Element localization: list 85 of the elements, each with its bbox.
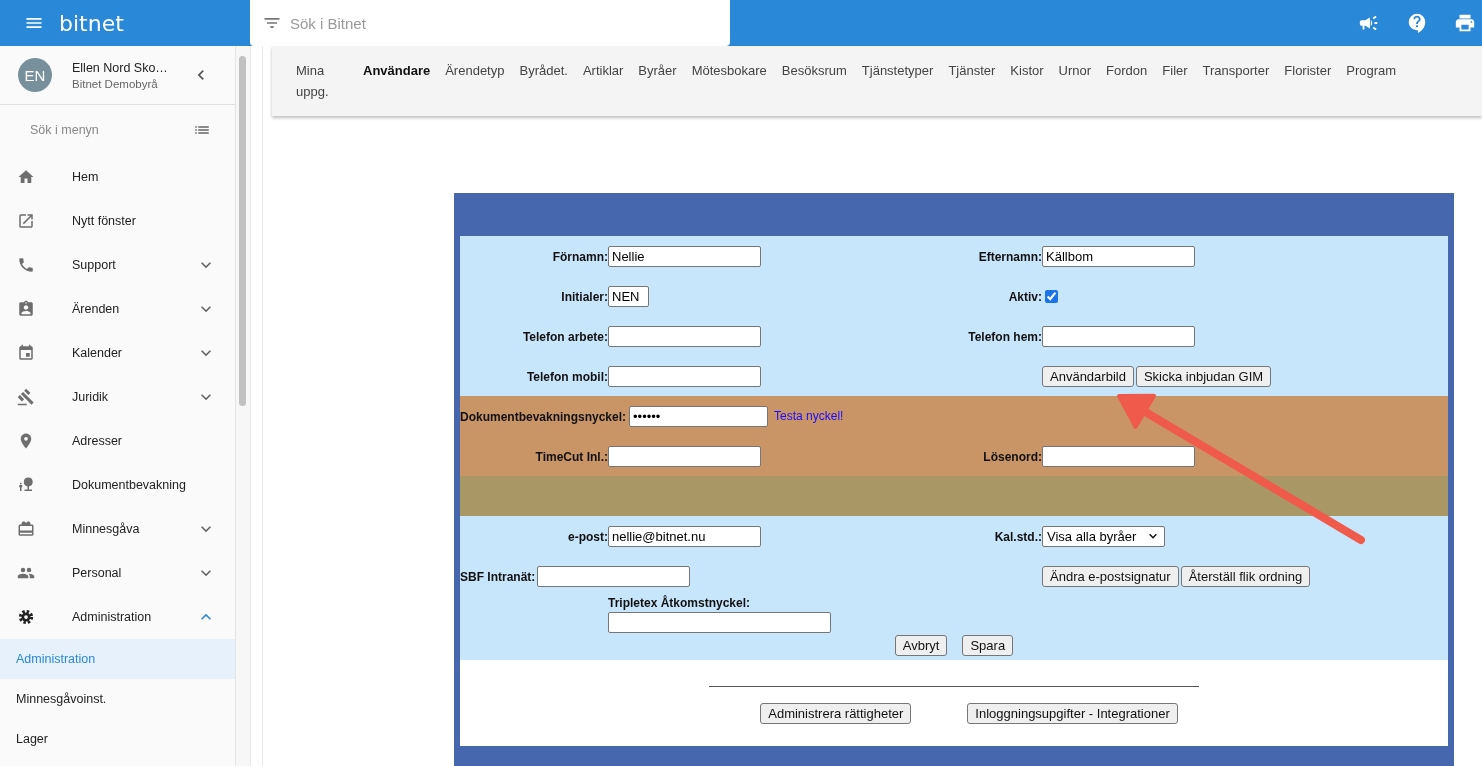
text-field[interactable]: Källbom (1042, 245, 1195, 267)
form-button[interactable]: Återställ flik ordning (1180, 565, 1311, 587)
tab[interactable]: Mötesbokare (691, 60, 767, 81)
text-field[interactable] (608, 612, 831, 633)
printer-icon[interactable] (1454, 12, 1476, 34)
text-field[interactable] (608, 445, 761, 467)
field-label: Lösenord: (983, 450, 1042, 464)
menu-item[interactable]: Hem (0, 155, 235, 199)
field-label: SBF Intranät: (460, 570, 536, 584)
form-button[interactable]: Inloggningsupgifter - Integrationer (967, 703, 1178, 724)
form-button[interactable]: Avbryt (894, 635, 948, 656)
tab[interactable]: Besöksrum (781, 60, 847, 81)
menu-item[interactable]: Administration (0, 595, 235, 639)
app-logo[interactable]: bitnet (59, 10, 124, 36)
tab[interactable]: Kistor (1010, 60, 1044, 81)
clipboard-icon (17, 300, 35, 318)
field-label: Telefon arbete: (522, 330, 608, 344)
tree-icon (17, 476, 35, 494)
menu-item[interactable]: Kalender (0, 331, 235, 375)
tab[interactable]: Byråer (638, 60, 677, 81)
menu-item[interactable]: Juridik (0, 375, 235, 419)
avatar: EN (18, 58, 52, 92)
menu-item[interactable]: Ärenden (0, 287, 235, 331)
scrollbar[interactable] (239, 56, 246, 406)
search-field[interactable]: Sök i Bitnet (250, 0, 730, 46)
menu-item[interactable]: Nytt fönster (0, 199, 235, 243)
menu-item[interactable]: Minnesgåva (0, 507, 235, 551)
tab[interactable]: Program (1346, 60, 1397, 81)
tab[interactable]: Artiklar (582, 60, 624, 81)
tab[interactable]: Filer (1162, 60, 1188, 81)
form-button[interactable]: Ändra e-postsignatur (1042, 565, 1179, 587)
text-field[interactable]: NEN (608, 285, 649, 307)
gift-icon (17, 520, 35, 538)
text-field[interactable]: nellie@bitnet.nu (608, 525, 761, 547)
field-label: Initialer: (561, 290, 608, 304)
checkbox[interactable] (1045, 289, 1058, 303)
tab[interactable]: Tjänstetyper (861, 60, 934, 81)
form-button[interactable]: Spara (962, 635, 1014, 656)
organization-name: Bitnet Demobyrå (72, 77, 159, 90)
form-button[interactable]: Användarbild (1042, 365, 1134, 387)
calendar-icon (17, 344, 35, 362)
help-icon[interactable] (1406, 12, 1428, 34)
settings-icon (17, 608, 35, 626)
text-field[interactable]: Nellie (608, 245, 761, 267)
field-label: TimeCut Inl.: (535, 450, 608, 464)
user-name: Ellen Nord Sko… (72, 60, 168, 75)
menu-item[interactable]: Dokumentbevakning (0, 463, 235, 507)
field-label: Telefon mobil: (526, 370, 608, 384)
password-field[interactable]: •••••• (629, 405, 769, 427)
tab[interactable]: Användare (363, 60, 431, 81)
field-label: Telefon hem: (968, 330, 1042, 344)
menu-item[interactable]: Adresser (0, 419, 235, 463)
field-label: Kal.std.: (994, 530, 1042, 544)
tab[interactable]: Florister (1284, 60, 1332, 81)
field-label: Förnamn: (552, 250, 608, 264)
field-label: Tripletex Åtkomstnyckel: (608, 596, 752, 610)
field-label: Dokumentbevakningsnyckel: (460, 410, 627, 424)
form-button[interactable]: Skicka inbjudan GIM (1135, 365, 1272, 387)
submenu-item[interactable]: Lager (0, 719, 235, 759)
text-field[interactable] (537, 565, 691, 587)
menu-search-field[interactable]: Sök i menyn (28, 122, 193, 138)
field-label: Aktiv: (1008, 290, 1042, 304)
tab[interactable]: Fordon (1106, 60, 1148, 81)
tab[interactable]: Tjänster (948, 60, 996, 81)
text-field[interactable] (608, 365, 761, 387)
menu-item[interactable]: Support (0, 243, 235, 287)
field-label: e-post: (568, 530, 608, 544)
form-button[interactable]: Administrera rättigheter (760, 703, 912, 724)
dropdown[interactable]: Visa alla byråer (1042, 525, 1166, 547)
text-field[interactable] (608, 325, 761, 347)
menu-item[interactable]: Personal (0, 551, 235, 595)
text-field[interactable] (1042, 445, 1195, 467)
tab[interactable]: Mina uppg. (296, 60, 348, 102)
text-field[interactable] (1042, 325, 1195, 347)
tab[interactable]: Ärendetyp (445, 60, 505, 81)
external-link-icon (17, 212, 35, 230)
field-label: Efternamn: (978, 250, 1042, 264)
tab[interactable]: Transporter (1202, 60, 1270, 81)
tab[interactable]: Urnor (1058, 60, 1092, 81)
home-icon (17, 168, 35, 186)
submenu-item[interactable]: Minnesgåvoinst. (0, 679, 235, 719)
gavel-icon (17, 388, 35, 406)
phone-icon (17, 256, 35, 274)
tab[interactable]: Byrådet. (519, 60, 568, 81)
caret-icon (1148, 531, 1159, 541)
